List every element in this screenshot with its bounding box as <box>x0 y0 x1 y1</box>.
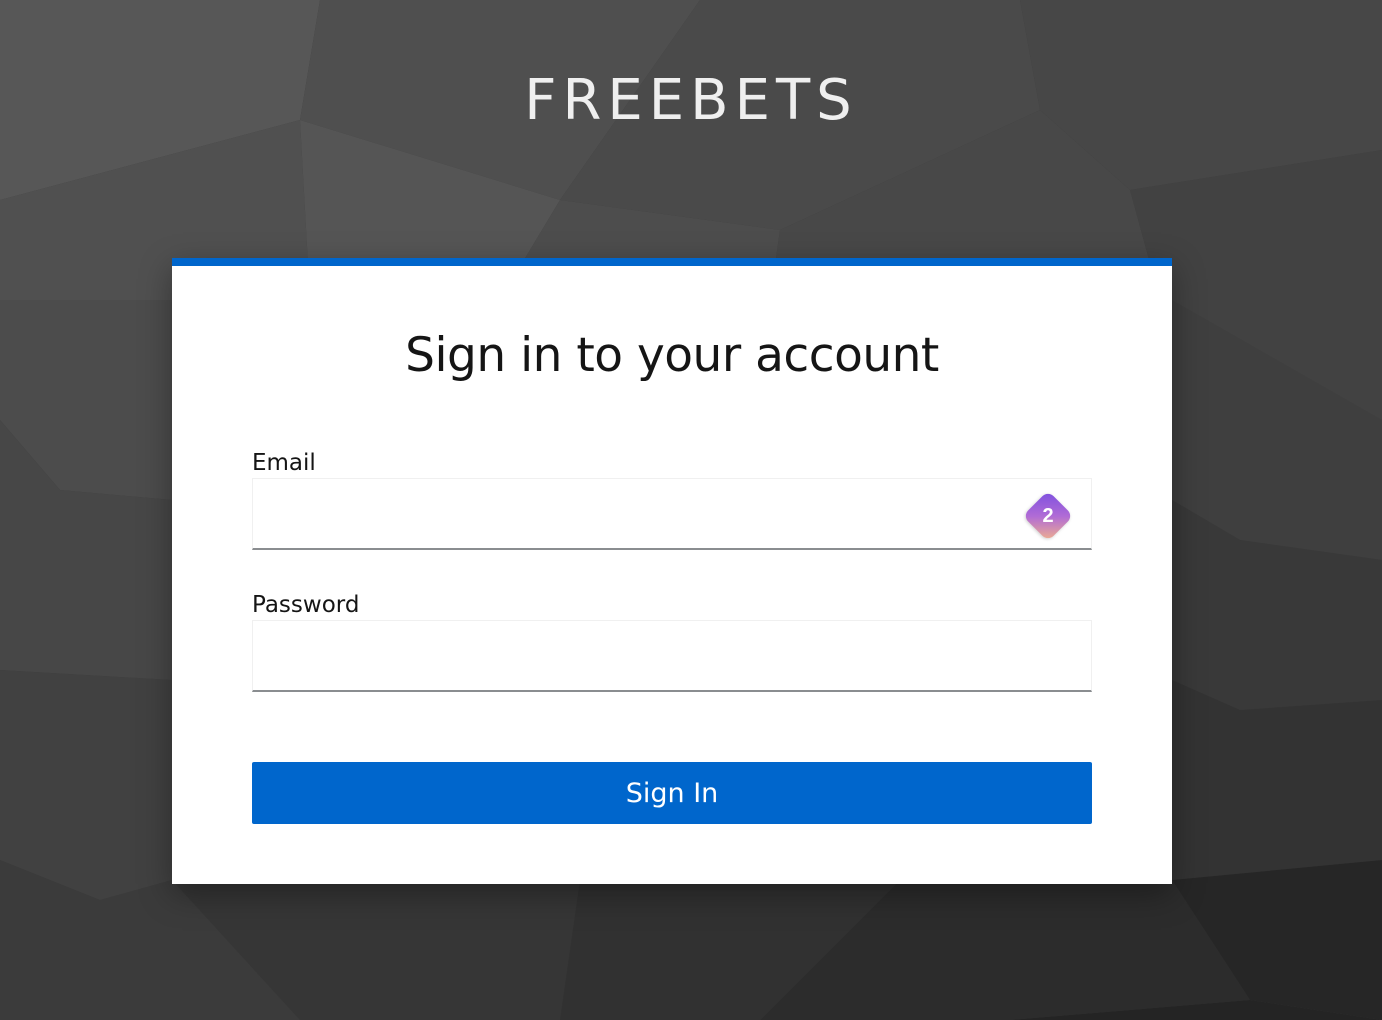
sign-in-button[interactable]: Sign In <box>252 762 1092 824</box>
password-label: Password <box>252 592 360 618</box>
email-input[interactable] <box>252 478 1092 550</box>
login-card: Sign in to your account Email 2 Password… <box>172 258 1172 884</box>
page-title: Sign in to your account <box>405 328 939 383</box>
brand-logo-text: FREEBETS <box>524 68 858 133</box>
password-input[interactable] <box>252 620 1092 692</box>
email-label: Email <box>252 450 316 476</box>
